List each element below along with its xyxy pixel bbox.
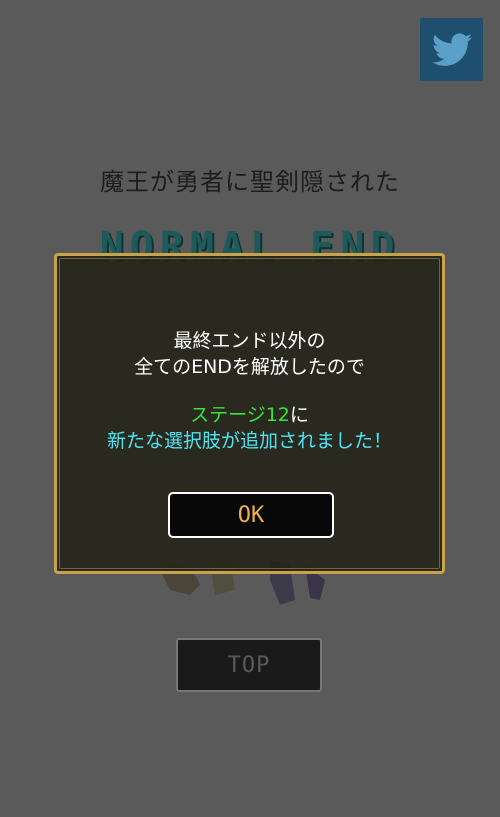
dialog-message-line3-suffix: に — [289, 404, 309, 426]
dialog-message-line1: 最終エンド以外の — [173, 330, 326, 352]
ok-button[interactable]: OK — [168, 492, 334, 538]
unlock-dialog: 最終エンド以外の 全てのENDを解放したので ステージ12に 新たな選択肢が追加… — [54, 253, 445, 574]
stage-highlight: ステージ12 — [190, 404, 290, 426]
dialog-message-line4: 新たな選択肢が追加されました！ — [106, 430, 392, 452]
twitter-bird-icon — [431, 32, 472, 66]
dialog-message-line2: 全てのENDを解放したので — [134, 356, 365, 378]
ending-title: 魔王が勇者に聖剣隠された — [100, 168, 400, 196]
ending-screen: 魔王が勇者に聖剣隠された NORMAL END TOP 最終エンド以外の 全ての… — [0, 0, 500, 817]
dialog-message-line3: ステージ12に — [57, 402, 442, 428]
twitter-share-button[interactable] — [420, 18, 483, 81]
top-button[interactable]: TOP — [176, 638, 322, 692]
